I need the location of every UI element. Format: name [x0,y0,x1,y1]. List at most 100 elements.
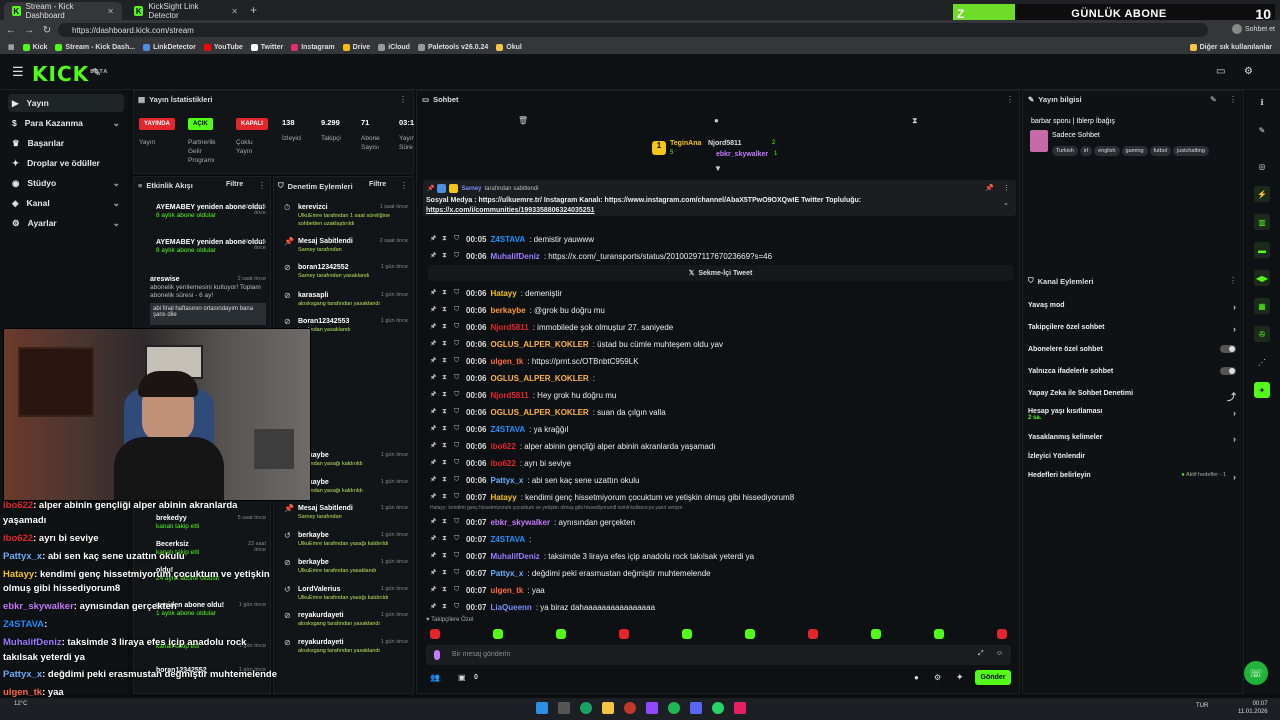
emote-icon[interactable] [745,629,755,639]
tag-chip[interactable]: irl [1079,146,1093,156]
pin-message-icon[interactable]: 🖈 [430,441,438,452]
obs-icon[interactable] [624,702,636,714]
ban-icon[interactable]: ⛉ [454,586,462,594]
sidebar-item-droplar[interactable]: ✦ Droplar ve ödüller [8,154,124,172]
send-button[interactable]: Gönder [975,670,1011,685]
grid-icon[interactable]: ▦ [1254,298,1270,314]
ban-icon[interactable]: ⛉ [454,408,462,416]
wrench-icon[interactable]: ✇ [1254,326,1270,342]
bookmark-instagram[interactable]: Instagram [291,43,335,51]
chat-message[interactable]: 🖈 ⧗ ⛉ 00:07 Z4STAVA: [430,533,531,545]
message-username[interactable]: ulgen_tk [490,586,523,595]
eye-icon[interactable]: ◎ [1254,158,1270,174]
message-icon[interactable]: ● [714,116,719,125]
ban-icon[interactable]: ⛉ [454,340,462,348]
back-icon[interactable]: ← [4,25,18,36]
ban-icon[interactable]: ⛉ [454,425,462,433]
timeout-icon[interactable]: ⧗ [442,408,450,416]
chat-icon[interactable]: ▬ [1254,242,1270,258]
message-username[interactable]: OGLUS_ALPER_KOKLER [490,340,588,349]
channel-action-item[interactable]: Yavaş mod › [1028,302,1240,312]
message-username[interactable]: OGLUS_ALPER_KOKLER [490,374,588,383]
gear-icon[interactable]: ⚙ [934,673,941,682]
emote-icon[interactable] [556,629,566,639]
message-username[interactable]: ibo622 [490,459,515,468]
layout-icon[interactable]: ▭ [1216,66,1225,77]
pin-message-icon[interactable]: 🖈 [430,475,438,486]
pencil-icon[interactable]: ✎ [1254,122,1270,138]
timeout-icon[interactable]: ⧗ [442,391,450,399]
edit-icon[interactable]: ✎ [1210,95,1217,104]
timeout-icon[interactable]: ⧗ [442,459,450,467]
gift-icon[interactable]: ✦ [956,672,964,683]
message-username[interactable]: Hatayy [490,289,516,298]
ban-icon[interactable]: ⛉ [454,603,462,611]
users-icon[interactable]: 👥 [430,673,440,682]
pin-message-icon[interactable]: 🖈 [430,288,438,299]
copy-icon[interactable]: ▥ [1254,214,1270,230]
ban-icon[interactable]: ⛉ [454,374,462,382]
timeout-icon[interactable]: ⧗ [442,235,450,243]
pin-message-icon[interactable]: 🖈 [430,551,438,562]
channel-action-item[interactable]: Abonelere özel sohbet [1028,345,1240,353]
whatsapp-icon[interactable] [712,702,724,714]
start-icon[interactable] [536,702,548,714]
timeout-icon[interactable]: ⧗ [442,493,450,501]
message-username[interactable]: MuhalifDeniz [490,252,539,261]
pin-message-icon[interactable]: 🖈 [430,517,438,528]
toggle-switch[interactable] [1220,345,1236,353]
info-icon[interactable]: ℹ [1254,94,1270,110]
menu-icon[interactable]: ☰ [12,64,24,80]
timeout-icon[interactable]: ⧗ [442,603,450,611]
message-username[interactable]: Z4STAVA [490,535,525,544]
message-username[interactable]: ulgen_tk [490,357,523,366]
message-username[interactable]: Hatayy [490,493,516,502]
chat-bubble-icon[interactable]: ● [914,673,919,682]
chat-message[interactable]: 🖈 ⧗ ⛉ 00:06 Pattyx_x: abi sen kaç sene uzatt… [430,474,639,486]
chat-message[interactable]: 🖈 ⧗ ⛉ 00:07 MuhalifDeniz: taksimde 3 liraya … [430,550,754,562]
more-icon[interactable]: ⋮ [399,95,407,104]
chat-message[interactable]: 🖈 ⧗ ⛉ 00:06 ibo622: ayrı bi seviye [430,457,571,469]
more-icon[interactable]: ⋮ [1006,95,1014,104]
message-username[interactable]: Z4STAVA [490,425,525,434]
activity-filter-button[interactable]: Filtre [226,181,243,188]
emote-icon[interactable] [934,629,944,639]
tag-chip[interactable]: justchatting [1173,146,1209,156]
chat-message[interactable]: 🖈 ⧗ ⛉ 00:06 Hatayy: demeniştir [430,287,562,299]
pin-message-icon[interactable]: 🖈 [430,407,438,418]
chrome-icon[interactable] [580,702,592,714]
trash-icon[interactable]: 🗑 [518,116,528,125]
ban-icon[interactable]: ⛉ [454,252,462,260]
tag-chip[interactable]: futbol [1149,146,1172,156]
bolt-icon[interactable]: ⚡ [1254,186,1270,202]
gift-icon[interactable]: ✦ [1254,382,1270,398]
bookmark-kick[interactable]: Kick [22,43,47,51]
channel-action-item[interactable]: Yalnızca ifadelerle sohbet [1028,367,1240,375]
bookmark-okul[interactable]: Okul [496,43,522,51]
message-username[interactable]: Z4STAVA [490,235,525,244]
emote-icon[interactable] [430,629,440,639]
chevron-down-icon[interactable]: ▼ [714,164,722,173]
moderation-filter-button[interactable]: Filtre [369,181,386,188]
chat-message[interactable]: 🖈 ⧗ ⛉ 00:05 Z4STAVA: demistir yauwww [430,233,594,245]
pin-message-icon[interactable]: 🖈 [430,534,438,545]
tweet-embed[interactable]: 𝕏 Sekme-İçi Tweet [428,265,1013,281]
bookmark-paletools[interactable]: Paletools v26.0.24 [417,43,488,51]
audio-icon[interactable]: ◀▶ [1254,270,1270,286]
pin-message-icon[interactable]: 🖈 [430,492,438,503]
pin-icon[interactable]: ✎ [92,66,101,79]
pin-message-icon[interactable]: 🖈 [430,373,438,384]
timeout-icon[interactable]: ⧗ [442,552,450,560]
message-username[interactable]: Njord5811 [490,323,528,332]
more-icon[interactable]: ⋮ [1003,184,1010,192]
pin-message-icon[interactable]: 🖈 [430,602,438,613]
timeout-icon[interactable]: ⧗ [442,306,450,314]
chat-message[interactable]: 🖈 ⧗ ⛉ 00:06 Njord5811: Hey grok hu doğru mu [430,389,616,401]
ban-icon[interactable]: ⛉ [454,493,462,501]
timeout-icon[interactable]: ⧗ [442,357,450,365]
bookmark-drive[interactable]: Drive [342,43,370,51]
bookmark-icloud[interactable]: iCloud [378,43,410,51]
channel-action-item[interactable]: İzleyici Yönlendir [1028,453,1240,460]
ban-icon[interactable]: ⛉ [454,289,462,297]
url-input[interactable]: https://dashboard.kick.com/stream [58,23,1208,37]
